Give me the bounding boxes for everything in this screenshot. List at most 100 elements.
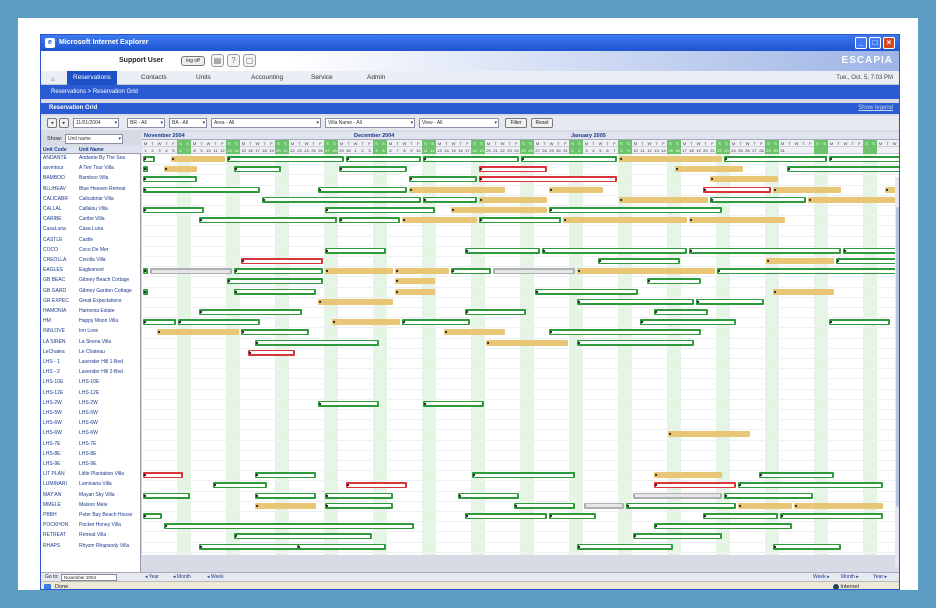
unit-name[interactable]: Little Plantation Villa (79, 471, 141, 477)
unit-code[interactable]: LHS-9E (43, 461, 79, 467)
unit-code[interactable]: LHS-6W (43, 420, 79, 426)
booking-bar[interactable]: ■ (178, 319, 260, 326)
unit-code[interactable]: GR EXPEC (43, 298, 79, 304)
booking-bar[interactable]: ■ (514, 502, 575, 509)
villa-name-select[interactable]: Villa Name - All (325, 118, 415, 128)
booking-bar[interactable]: ■ (395, 288, 435, 295)
unit-code[interactable]: LHS-7E (43, 441, 79, 447)
booking-bar[interactable]: ■ (241, 329, 309, 336)
booking-bar[interactable]: ■ (318, 298, 393, 305)
booking-bar[interactable]: ■ (549, 329, 701, 336)
vertical-scrollbar[interactable] (895, 177, 899, 567)
booking-bar[interactable]: ■ (654, 523, 792, 530)
unit-code[interactable]: LeChatea (43, 349, 79, 355)
unit-code[interactable]: BAMBOO (43, 175, 79, 181)
booking-bar[interactable]: ■ (325, 492, 393, 499)
reset-button[interactable]: Reset (531, 118, 553, 128)
booking-bar[interactable]: ■ (234, 533, 372, 540)
booking-bar[interactable]: ■ (248, 349, 295, 356)
booking-bar[interactable]: ■ (143, 513, 162, 519)
booking-bar[interactable]: ■ (626, 502, 736, 509)
unit-name[interactable]: LHS-10E (79, 379, 141, 385)
booking-bar[interactable] (150, 268, 232, 275)
unit-name[interactable]: Calicabriar Villa (79, 196, 141, 202)
booking-bar[interactable]: ■ (598, 258, 680, 264)
column-header-code[interactable]: Unit Code (43, 146, 79, 154)
booking-bar[interactable]: ■ (395, 268, 449, 275)
unit-code[interactable]: BLUHEAV (43, 186, 79, 192)
unit-name[interactable]: LHS-2W (79, 400, 141, 406)
unit-name[interactable]: Le Chateau (79, 349, 141, 355)
unit-name[interactable]: Caribe Villa (79, 216, 141, 222)
unit-name[interactable]: Retreat Villa (79, 532, 141, 538)
booking-bar[interactable]: ■ (199, 543, 302, 550)
unit-code[interactable]: COCO (43, 247, 79, 253)
booking-bar[interactable]: ■ (689, 247, 841, 254)
unit-code[interactable]: CARIBE (43, 216, 79, 222)
prev-period-icon[interactable]: ◂ (47, 118, 57, 128)
unit-code[interactable]: MAY'AN (43, 492, 79, 498)
unit-code[interactable]: GB GARD (43, 288, 79, 294)
booking-bar[interactable]: ■ (773, 186, 841, 193)
unit-name[interactable]: Peter Bay Beach House (79, 512, 141, 518)
booking-bar[interactable]: ■ (577, 543, 673, 550)
unit-name[interactable]: LHS-5W (79, 410, 141, 416)
unit-name[interactable]: Casa Luna (79, 226, 141, 232)
unit-name[interactable]: Castle (79, 237, 141, 243)
booking-bar[interactable]: ■ (542, 247, 687, 254)
unit-code[interactable]: CASTLE (43, 237, 79, 243)
booking-bar[interactable]: ■ (199, 309, 302, 315)
booking-bar[interactable]: ■ (444, 329, 505, 336)
booking-bar[interactable]: ■ (143, 186, 260, 193)
unit-code[interactable]: LIT PLAN (43, 471, 79, 477)
area-select[interactable]: Area - All (211, 118, 321, 128)
unit-name[interactable]: Hamonia Estate (79, 308, 141, 314)
unit-code[interactable]: PBBH (43, 512, 79, 518)
booking-bar[interactable]: ■ (409, 186, 505, 193)
booking-bar[interactable]: ■ (339, 217, 400, 224)
booking-bar[interactable]: ■ (423, 156, 519, 162)
tab-units[interactable]: Units (196, 71, 211, 85)
booking-bar[interactable]: ■ (619, 156, 722, 162)
booking-bar[interactable]: ■ (577, 268, 715, 275)
booking-bar[interactable]: ■ (521, 156, 617, 162)
booking-bar[interactable]: ■ (255, 339, 379, 346)
booking-bar[interactable] (493, 268, 575, 275)
booking-bar[interactable]: ■ (171, 156, 225, 162)
unit-name[interactable]: Callalou Villa (79, 206, 141, 212)
booking-bar[interactable]: ■ (479, 196, 547, 203)
unit-name[interactable]: Luminaria Villa (79, 481, 141, 487)
column-header-name[interactable]: Unit Name (79, 146, 141, 154)
unit-name[interactable]: Lavender Hill 1-Bed (79, 359, 141, 365)
booking-bar[interactable]: ■ (654, 309, 708, 315)
unit-code[interactable]: LHS - 2 (43, 369, 79, 375)
unit-code[interactable]: LHS-8E (43, 451, 79, 457)
unit-code[interactable]: LHS-6W (43, 430, 79, 436)
booking-bar[interactable]: ■ (143, 472, 183, 479)
close-button[interactable]: × (883, 37, 895, 49)
unit-name[interactable]: Happy Moon Villa (79, 318, 141, 324)
booking-bar[interactable]: ■ (241, 258, 323, 264)
booking-bar[interactable]: ■ (451, 268, 491, 275)
unit-code[interactable]: LHS-2W (43, 400, 79, 406)
booking-bar[interactable]: ■ (465, 513, 547, 519)
booking-bar[interactable]: ■ (143, 319, 176, 326)
booking-bar[interactable]: ■ (318, 400, 379, 407)
unit-name[interactable]: Andante By The Sea (79, 155, 141, 161)
booking-bar[interactable]: ■ (689, 217, 785, 224)
unit-code[interactable]: RETREAT (43, 532, 79, 538)
booking-bar[interactable]: ■ (465, 309, 526, 315)
booking-bar[interactable]: ■ (262, 196, 421, 203)
booking-bar[interactable]: ■ (423, 196, 477, 203)
tab-reservations[interactable]: Reservations (67, 71, 117, 85)
unit-name[interactable]: Mayan Sky Villa (79, 492, 141, 498)
booking-bar[interactable]: ■ (654, 482, 736, 489)
grid-body[interactable]: ■ ■ ■ ■ ■ ■ ■ ■ ■ ■ ■ ■ ■ ■ ■ ■ ■ ■ ■ ■ ■ ■ ■ ■ ■ ■ ■ ■ ■ ■ ■ ■ ■ ■ ■ ■ ■ ■ ■ ■… (142, 154, 899, 555)
unit-name[interactable]: Coco De Mer (79, 247, 141, 253)
booking-bar[interactable]: ■ (703, 186, 771, 193)
minimize-button[interactable]: _ (855, 37, 867, 49)
booking-bar[interactable]: ■ (143, 207, 204, 213)
booking-bar[interactable]: ■ (724, 492, 813, 499)
unit-code[interactable]: POCKHON (43, 522, 79, 528)
booking-bar[interactable]: ■ (164, 166, 197, 173)
